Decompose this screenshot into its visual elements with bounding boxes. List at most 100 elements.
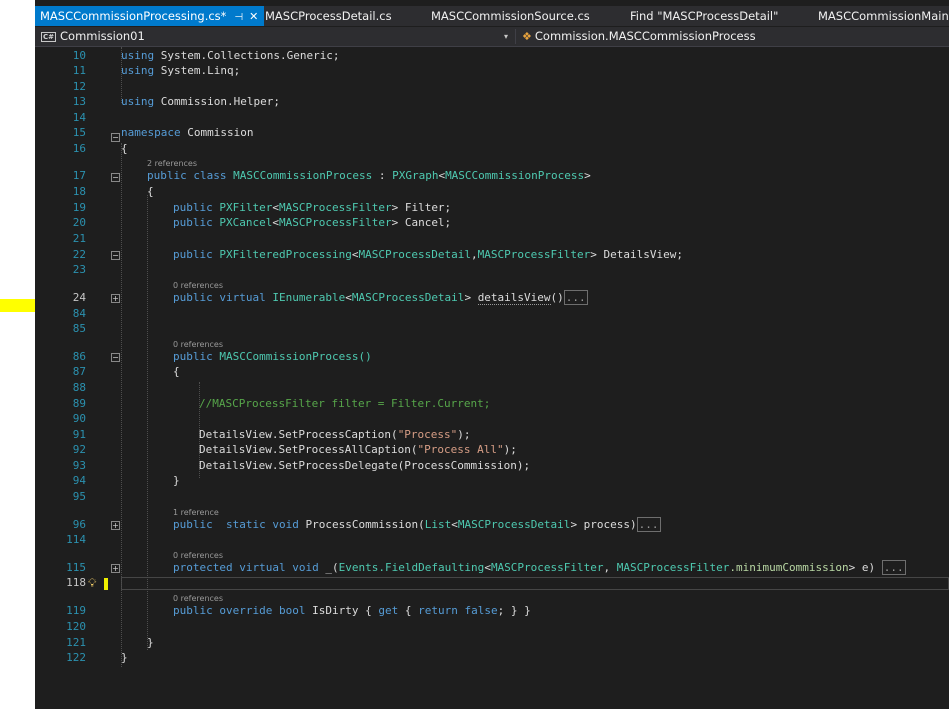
code-line: public virtual IEnumerable<MASCProcessDe… [173,290,588,305]
line-number: 23 [72,263,86,276]
line-number: 122 [66,651,86,664]
line-number: 21 [72,232,86,245]
expand-icon[interactable]: + [111,564,120,573]
code-line: using System.Linq; [121,64,241,77]
code-line: protected virtual void _(Events.FieldDef… [173,560,906,575]
collapsed-region[interactable]: ... [563,290,588,305]
codelens-references[interactable]: 0 references [173,281,223,291]
tab-label: MASCCommissionProcessing.cs* [40,9,227,23]
change-marker [104,578,108,590]
line-number: 13 [72,95,86,108]
tab-masccommissionmaint[interactable]: MASCCommissionMaint [818,6,949,26]
editor-window: MASCCommissionProcessing.cs* ⊣ ✕ MASCProce… [35,0,949,709]
tab-mascprocessdetail[interactable]: MASCProcessDetail.cs [265,6,392,26]
line-number-gutter: 10 11 12 13 14 15 16 17 18 19 20 21 22 2… [35,47,121,709]
expand-icon[interactable]: + [111,294,120,303]
line-number: 85 [72,322,86,335]
code-line: { [147,185,154,198]
codelens-references[interactable]: 0 references [173,551,223,561]
line-number: 18 [72,185,86,198]
tab-find-results[interactable]: Find "MASCProcessDetail" [630,6,778,26]
line-number: 95 [72,490,86,503]
line-number: 12 [72,80,86,93]
line-number: 120 [66,620,86,633]
code-line: } [121,651,128,664]
line-number: 114 [66,533,86,546]
type-name: Commission.MASCCommissionProcess [534,29,756,43]
line-number: 90 [72,412,86,425]
code-line: DetailsView.SetProcessDelegate(ProcessCo… [199,459,531,472]
code-line: public PXCancel<MASCProcessFilter> Cance… [173,216,452,229]
current-line-highlight [121,577,949,590]
line-number: 14 [72,111,86,124]
code-line: public PXFilteredProcessing<MASCProcessD… [173,248,683,261]
line-number: 22 [72,248,86,261]
line-number: 94 [72,474,86,487]
tab-masccommissionsource[interactable]: MASCCommissionSource.cs [431,6,590,26]
line-number: 20 [72,216,86,229]
navigation-bar: C# Commission01 ▾ ❖ Commission.MASCCommiss… [35,27,949,47]
collapsed-region[interactable]: ... [636,517,661,532]
indent-guide [121,143,122,667]
code-line: } [173,474,180,487]
codelens-references[interactable]: 2 references [147,159,197,169]
indent-guide [147,195,148,650]
code-line: public PXFilter<MASCProcessFilter> Filte… [173,201,452,214]
code-line: public override bool IsDirty { get { ret… [173,604,531,617]
class-icon: ❖ [522,30,532,43]
line-number: 92 [72,443,86,456]
project-dropdown[interactable]: C# Commission01 [41,27,515,46]
project-name: Commission01 [60,29,145,43]
line-number: 24 [72,291,86,304]
tab-label: MASCProcessDetail.cs [265,9,392,23]
code-line: namespace Commission [121,126,254,139]
collapsed-region[interactable]: ... [881,560,906,575]
tab-masccommissionprocessing[interactable]: MASCCommissionProcessing.cs* ⊣ ✕ [35,6,265,26]
code-line: public MASCCommissionProcess() [173,350,372,363]
code-line: public class MASCCommissionProcess : PXG… [147,169,591,182]
collapse-icon[interactable]: − [111,251,120,260]
tab-label: MASCCommissionMaint [818,9,949,23]
line-number: 11 [72,64,86,77]
line-number: 119 [66,604,86,617]
line-number: 87 [72,365,86,378]
line-number: 15 [72,126,86,139]
line-number: 121 [66,636,86,649]
line-number: 86 [72,350,86,363]
line-number: 96 [72,518,86,531]
document-tab-bar: MASCCommissionProcessing.cs* ⊣ ✕ MASCProce… [35,6,949,26]
code-line: { [173,365,180,378]
code-editor[interactable]: using System.Collections.Generic; using … [121,47,949,709]
codelens-references[interactable]: 1 reference [173,508,219,518]
code-line: } [147,636,154,649]
collapse-icon[interactable]: − [111,173,120,182]
line-number: 88 [72,381,86,394]
line-number: 93 [72,459,86,472]
code-line: DetailsView.SetProcessAllCaption("Proces… [199,443,517,456]
expand-icon[interactable]: + [111,521,120,530]
line-number: 118 [66,576,86,589]
divider [515,29,516,44]
line-number: 19 [72,201,86,214]
close-icon[interactable]: ✕ [249,10,258,23]
code-line: using System.Collections.Generic; [121,49,340,62]
code-line: //MASCProcessFilter filter = Filter.Curr… [199,397,491,410]
line-number: 17 [72,169,86,182]
line-number: 84 [72,307,86,320]
line-number: 89 [72,397,86,410]
line-number: 115 [66,561,86,574]
tab-label: Find "MASCProcessDetail" [630,9,779,23]
collapse-icon[interactable]: − [111,133,120,142]
code-line: using Commission.Helper; [121,95,280,108]
codelens-references[interactable]: 0 references [173,594,223,604]
collapse-icon[interactable]: − [111,353,120,362]
type-dropdown[interactable]: ❖ Commission.MASCCommissionProcess [522,27,756,46]
line-number: 91 [72,428,86,441]
pin-icon[interactable]: ⊣ [234,12,243,23]
code-line: DetailsView.SetProcessCaption("Process")… [199,428,471,441]
codelens-references[interactable]: 0 references [173,340,223,350]
chevron-down-icon[interactable]: ▾ [504,27,508,46]
tab-label: MASCCommissionSource.cs [431,9,590,23]
code-line: public static void ProcessCommission(Lis… [173,517,661,532]
lightbulb-icon[interactable]: 💡︎ [88,576,96,590]
